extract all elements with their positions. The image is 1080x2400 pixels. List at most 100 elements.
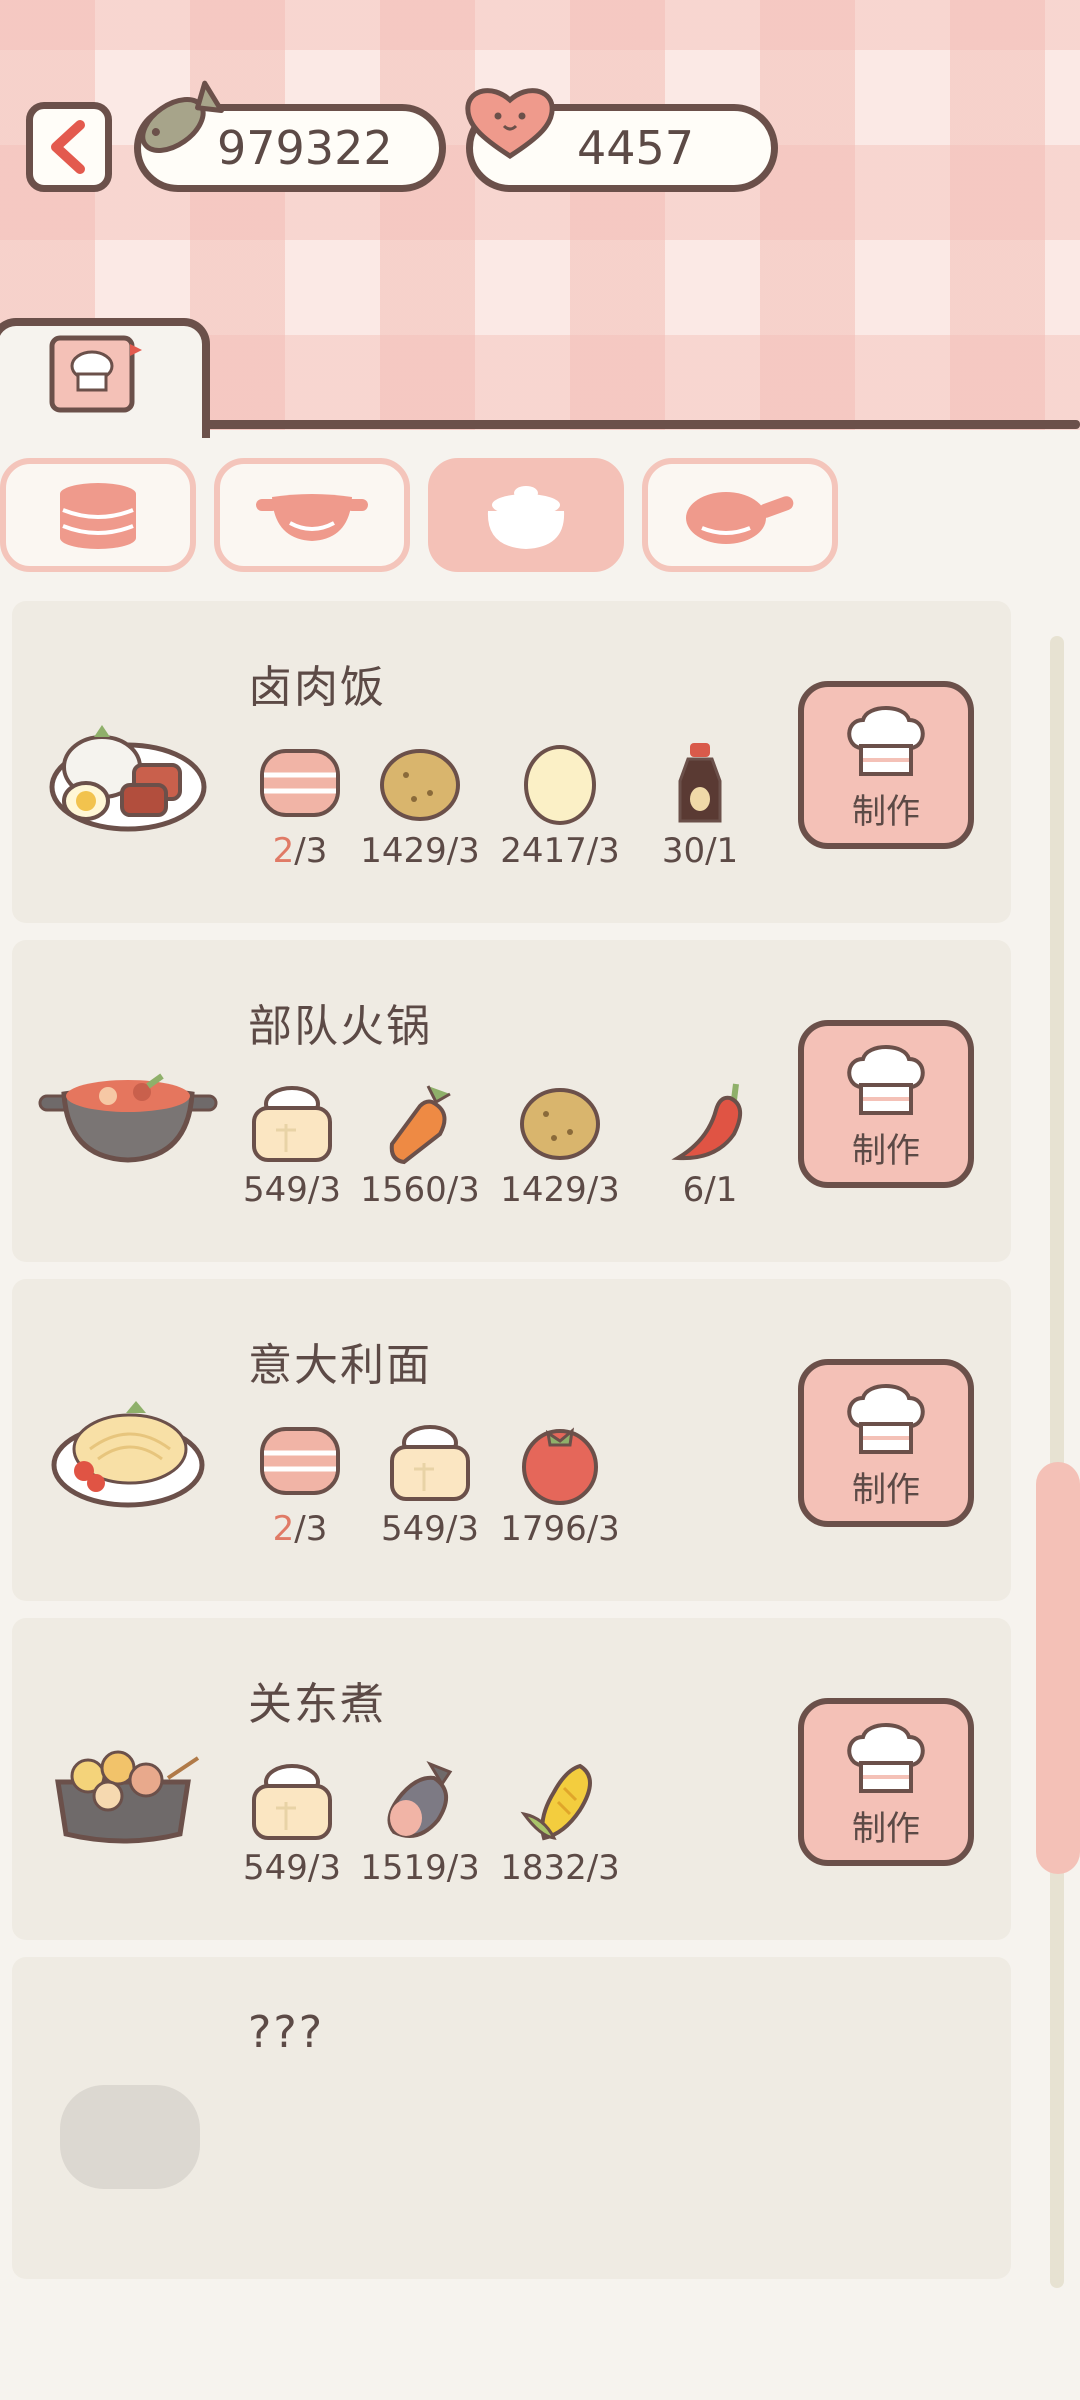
chef-hat-icon xyxy=(847,706,925,776)
chef-hat-icon xyxy=(847,1384,925,1454)
recipe-name: 卤肉饭 xyxy=(248,662,386,713)
recipe-name: 关东煮 xyxy=(248,1679,386,1730)
flour-sack-icon xyxy=(252,1086,332,1162)
tab-wok-pan[interactable] xyxy=(214,458,410,572)
wok-pan-icon xyxy=(256,494,368,541)
recipe-card: 部队火锅 549/3 1560/3 1429/3 6/1 制作 xyxy=(12,940,1011,1262)
chili-pepper-icon xyxy=(671,1083,742,1161)
make-button[interactable]: 制作 xyxy=(798,1020,974,1188)
recipe-name: ??? xyxy=(248,2007,325,2058)
ingredient-item: 549/3 xyxy=(360,1419,500,1559)
recipe-name: 意大利面 xyxy=(248,1340,432,1391)
ingredient-count: 30/1 xyxy=(630,831,770,871)
egg-icon xyxy=(524,745,596,825)
make-button[interactable]: 制作 xyxy=(798,681,974,849)
make-button[interactable]: 制作 xyxy=(798,1359,974,1527)
ingredient-count: 549/3 xyxy=(360,1509,500,1549)
ingredient-count: 549/3 xyxy=(222,1170,362,1210)
soy-sauce-icon xyxy=(678,743,722,823)
carrot-icon xyxy=(389,1085,451,1165)
recipe-name: 部队火锅 xyxy=(248,1001,432,1052)
flour-sack-icon xyxy=(390,1425,470,1501)
make-button-label: 制作 xyxy=(852,1809,920,1849)
spaghetti-icon xyxy=(51,1401,205,1508)
army-stew-icon xyxy=(38,1073,218,1163)
frying-pan-icon xyxy=(686,492,794,544)
ingredient-item: 1832/3 xyxy=(490,1758,630,1898)
ingredient-list: 549/3 1519/3 1832/3 xyxy=(230,1758,790,1898)
ingredient-have: 1832 xyxy=(500,1848,587,1888)
ingredient-need: /3 xyxy=(586,1509,620,1549)
stacked-plate-icon xyxy=(60,483,136,549)
bacon-slab-icon xyxy=(260,1427,340,1495)
ingredient-count: 1796/3 xyxy=(490,1509,630,1549)
ingredient-need: /3 xyxy=(446,1848,480,1888)
recipe-card-locked: ??? xyxy=(12,1957,1011,2279)
potato-icon xyxy=(520,1088,600,1160)
recipe-card: 意大利面 2/3 549/3 1796/3 制作 xyxy=(12,1279,1011,1601)
ingredient-item: 1429/3 xyxy=(350,741,490,881)
back-button[interactable] xyxy=(26,102,112,192)
braised-pork-rice-icon xyxy=(49,725,207,832)
ingredient-need: /1 xyxy=(705,831,739,871)
ingredient-need: /3 xyxy=(446,1170,480,1210)
ingredient-have: 1429 xyxy=(360,831,447,871)
ingredient-item: 549/3 xyxy=(222,1080,362,1220)
ingredient-have: 549 xyxy=(243,1170,308,1210)
ingredient-need: /3 xyxy=(294,1509,328,1549)
ingredient-have: 1429 xyxy=(500,1170,587,1210)
ingredient-need: /3 xyxy=(446,831,480,871)
ingredient-item: 1429/3 xyxy=(490,1080,630,1220)
recipe-card: 关东煮 549/3 1519/3 1832/3 制作 xyxy=(12,1618,1011,1940)
ingredient-count: 1832/3 xyxy=(490,1848,630,1888)
ingredient-count: 549/3 xyxy=(222,1848,362,1888)
ingredient-need: /3 xyxy=(307,1848,341,1888)
ingredient-have: 2417 xyxy=(500,831,587,871)
fish-currency-value: 979322 xyxy=(217,121,393,175)
ingredient-item: 2/3 xyxy=(230,1419,370,1559)
ingredient-need: /3 xyxy=(445,1509,479,1549)
ingredient-have: 6 xyxy=(682,1170,705,1210)
ingredient-count: 1560/3 xyxy=(350,1170,490,1210)
ingredient-list: 2/3 549/3 1796/3 xyxy=(230,1419,790,1559)
header-divider xyxy=(200,420,1080,429)
ingredient-count: 1429/3 xyxy=(350,831,490,871)
ingredient-item: 6/1 xyxy=(640,1080,780,1220)
ingredient-need: /3 xyxy=(294,831,328,871)
heart-icon xyxy=(465,88,555,159)
oden-icon xyxy=(55,1750,200,1844)
ingredient-item: 1519/3 xyxy=(350,1758,490,1898)
make-button[interactable]: 制作 xyxy=(798,1698,974,1866)
ingredient-item: 2417/3 xyxy=(490,741,630,881)
recipe-book-icon xyxy=(49,335,142,413)
chef-hat-icon xyxy=(847,1045,925,1115)
ingredient-count: 2417/3 xyxy=(490,831,630,871)
corn-icon xyxy=(520,1763,592,1841)
scrollbar-thumb[interactable] xyxy=(1036,1462,1080,1874)
recipe-list[interactable]: 卤肉饭 2/3 1429/3 2417/3 30/1 制作 部队火锅 549/3… xyxy=(0,598,1080,2298)
make-button-label: 制作 xyxy=(852,1470,920,1510)
recipe-card: 卤肉饭 2/3 1429/3 2417/3 30/1 制作 xyxy=(12,601,1011,923)
tab-clay-pot[interactable] xyxy=(428,458,624,572)
ingredient-count: 2/3 xyxy=(230,831,370,871)
locked-dish-icon xyxy=(60,2085,200,2189)
ingredient-need: /3 xyxy=(307,1170,341,1210)
chevron-left-icon xyxy=(51,120,85,174)
ingredient-count: 2/3 xyxy=(230,1509,370,1549)
ingredient-count: 6/1 xyxy=(640,1170,780,1210)
tab-stacked-plate[interactable] xyxy=(0,458,196,572)
ingredient-count: 1519/3 xyxy=(350,1848,490,1888)
ingredient-item: 2/3 xyxy=(230,741,370,881)
potato-icon xyxy=(380,749,460,821)
make-button-label: 制作 xyxy=(852,792,920,832)
clay-pot-icon xyxy=(487,486,565,549)
ingredient-item: 30/1 xyxy=(630,741,770,881)
ingredient-have: 1560 xyxy=(360,1170,447,1210)
ingredient-need: /3 xyxy=(586,831,620,871)
ingredient-have: 549 xyxy=(243,1848,308,1888)
ingredient-have: 30 xyxy=(661,831,706,871)
tab-frying-pan[interactable] xyxy=(642,458,838,572)
ingredient-count: 1429/3 xyxy=(490,1170,630,1210)
ingredient-need: /1 xyxy=(704,1170,738,1210)
ingredient-item: 1560/3 xyxy=(350,1080,490,1220)
